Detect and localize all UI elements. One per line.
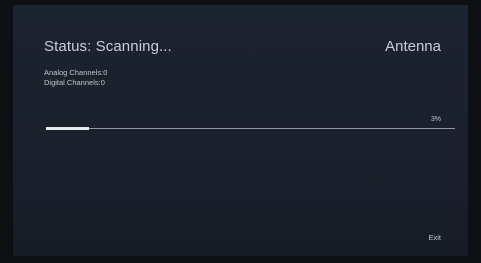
scan-panel: Status: Scanning... Antenna Analog Chann…	[13, 5, 468, 256]
scan-progress-fill	[46, 127, 89, 130]
channel-counts: Analog Channels:0 Digital Channels:0	[44, 68, 107, 88]
channel-scan-screen: Status: Scanning... Antenna Analog Chann…	[0, 0, 481, 263]
progress-percent: 3%	[430, 116, 441, 123]
scan-status-text: Status: Scanning...	[44, 38, 172, 55]
digital-channels-count: Digital Channels:0	[44, 78, 105, 87]
analog-channels-count: Analog Channels:0	[44, 68, 108, 77]
scan-progress-bar	[46, 127, 455, 130]
exit-button[interactable]: Exit	[428, 233, 441, 242]
signal-source-label: Antenna	[385, 38, 441, 55]
